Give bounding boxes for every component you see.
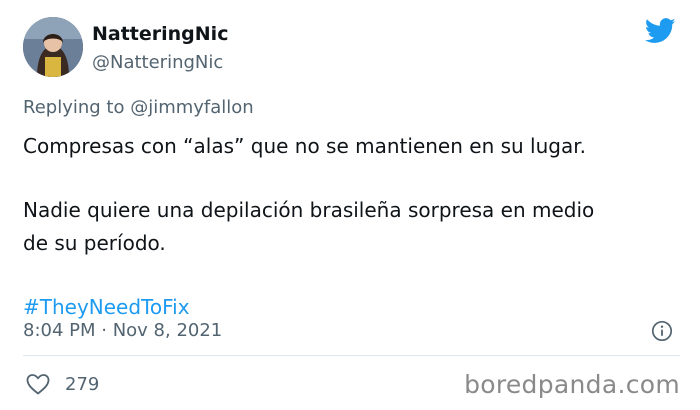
avatar[interactable]: [23, 17, 83, 77]
replying-to-prefix: Replying to: [23, 97, 131, 118]
like-count: 279: [65, 373, 100, 395]
like-action[interactable]: 279: [25, 372, 99, 396]
reply-mention-link[interactable]: @jimmyfallon: [130, 97, 254, 118]
tweet-line-1: Compresas con “alas” que no se mantienen…: [23, 134, 586, 158]
twitter-bird-icon[interactable]: [645, 18, 676, 44]
divider: [23, 355, 680, 356]
tweet-line-3: de su período.: [23, 231, 166, 255]
display-name[interactable]: NatteringNic: [92, 23, 228, 45]
user-handle[interactable]: @NatteringNic: [92, 52, 223, 73]
tweet-line-2: Nadie quiere una depilación brasileña so…: [23, 198, 595, 222]
heart-icon[interactable]: [25, 372, 51, 396]
replying-to: Replying to @jimmyfallon: [23, 97, 254, 118]
watermark: boredpanda.com: [464, 370, 680, 399]
tweet-text: Compresas con “alas” que no se mantienen…: [23, 130, 663, 324]
tweet-timestamp[interactable]: 8:04 PM · Nov 8, 2021: [23, 320, 222, 341]
info-icon[interactable]: [651, 320, 673, 342]
